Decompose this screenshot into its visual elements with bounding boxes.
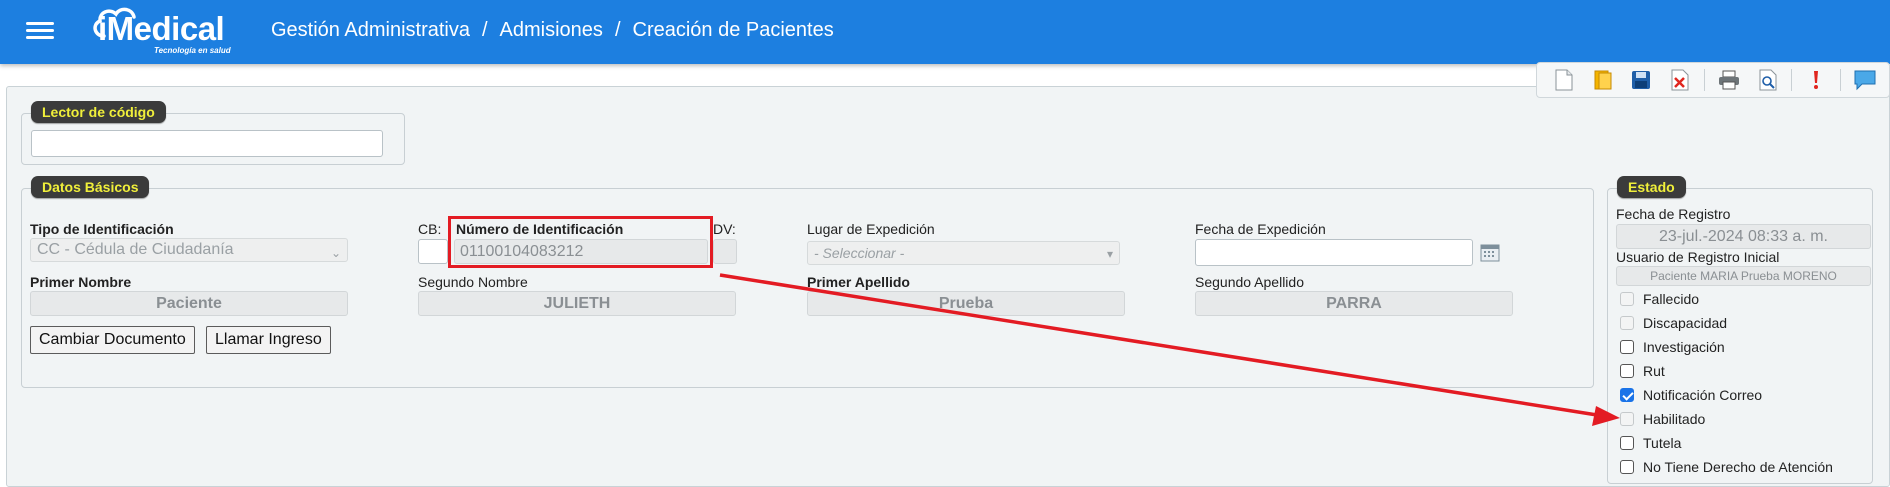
- usuario-registro-field: Paciente MARIA Prueba MORENO: [1616, 266, 1871, 286]
- lugar-expedicion-value: - Seleccionar -: [814, 245, 905, 261]
- checkbox[interactable]: [1620, 388, 1634, 402]
- top-navigation-bar: iMedical Tecnología en salud Gestión Adm…: [0, 0, 1890, 64]
- cb-label: CB:: [418, 221, 442, 237]
- checkbox[interactable]: [1620, 364, 1634, 378]
- llamar-ingreso-button[interactable]: Llamar Ingreso: [206, 326, 331, 354]
- checkbox: [1620, 412, 1634, 426]
- highlight-box: [448, 216, 713, 268]
- checkbox-label: No Tiene Derecho de Atención: [1643, 459, 1833, 475]
- segundo-nombre-field: JULIETH: [418, 291, 736, 316]
- datos-basicos-legend: Datos Básicos: [31, 176, 150, 198]
- open-folder-icon[interactable]: [1588, 65, 1618, 95]
- hamburger-menu-icon[interactable]: [26, 18, 54, 42]
- imedical-logo[interactable]: iMedical Tecnología en salud: [90, 4, 250, 58]
- usuario-registro-label: Usuario de Registro Inicial: [1616, 249, 1780, 265]
- delete-icon[interactable]: [1665, 65, 1695, 95]
- dropdown-arrow-icon: ▾: [1106, 247, 1113, 261]
- tipo-identificacion-value: CC - Cédula de Ciudadanía: [37, 241, 234, 258]
- print-icon[interactable]: [1714, 65, 1744, 95]
- breadcrumb-item-gestion[interactable]: Gestión Administrativa: [271, 19, 470, 41]
- lugar-expedicion-select[interactable]: - Seleccionar - ▾: [807, 241, 1120, 265]
- estado-checkbox-row: Discapacidad: [1620, 313, 1727, 333]
- segundo-nombre-label: Segundo Nombre: [418, 274, 528, 290]
- tipo-identificacion-label: Tipo de Identificación: [30, 221, 174, 237]
- fecha-registro-label: Fecha de Registro: [1616, 206, 1731, 222]
- fecha-expedicion-input[interactable]: [1195, 239, 1473, 266]
- primer-nombre-field: Paciente: [30, 291, 348, 316]
- checkbox-label: Investigación: [1643, 339, 1725, 355]
- toolbar-separator: [1791, 69, 1793, 91]
- cambiar-documento-button[interactable]: Cambiar Documento: [30, 326, 195, 354]
- breadcrumb-separator: /: [614, 19, 621, 41]
- checkbox-label: Habilitado: [1643, 411, 1706, 427]
- fecha-expedicion-label: Fecha de Expedición: [1195, 221, 1326, 237]
- primer-apellido-field: Prueba: [807, 291, 1125, 316]
- checkbox: [1620, 292, 1634, 306]
- estado-checkbox-row[interactable]: Rut: [1620, 361, 1665, 381]
- breadcrumb-item-admisiones[interactable]: Admisiones: [500, 19, 603, 41]
- checkbox-label: Fallecido: [1643, 291, 1700, 307]
- dv-field: [713, 239, 737, 264]
- checkbox[interactable]: [1620, 340, 1634, 354]
- toolbar-separator: [1840, 69, 1842, 91]
- breadcrumb: Gestión Administrativa / Admisiones / Creaci…: [271, 19, 834, 42]
- primer-nombre-label: Primer Nombre: [30, 274, 132, 290]
- checkbox-label: Notificación Correo: [1643, 387, 1763, 403]
- estado-checkbox-row: Habilitado: [1620, 409, 1705, 429]
- action-toolbar: [1536, 62, 1890, 98]
- lector-codigo-input[interactable]: [31, 130, 383, 157]
- checkbox-label: Discapacidad: [1643, 315, 1728, 331]
- lector-codigo-legend: Lector de código: [31, 101, 166, 123]
- fecha-registro-field: 23-jul.-2024 08:33 a. m.: [1616, 224, 1871, 249]
- checkbox[interactable]: [1620, 436, 1634, 450]
- chat-icon[interactable]: [1850, 65, 1880, 95]
- chevron-down-icon: ⌄: [330, 246, 341, 260]
- checkbox: [1620, 316, 1634, 330]
- estado-checkbox-row: Fallecido: [1620, 289, 1699, 309]
- breadcrumb-item-creacion: Creación de Pacientes: [632, 19, 834, 41]
- alert-icon[interactable]: [1801, 65, 1831, 95]
- calendar-icon[interactable]: [1480, 244, 1500, 262]
- save-icon[interactable]: [1627, 65, 1657, 95]
- lugar-expedicion-label: Lugar de Expedición: [807, 221, 935, 237]
- checkbox[interactable]: [1620, 460, 1634, 474]
- logo-tagline: Tecnología en salud: [154, 46, 231, 55]
- estado-checkbox-row[interactable]: Notificación Correo: [1620, 385, 1762, 405]
- estado-checkbox-row[interactable]: No Tiene Derecho de Atención: [1620, 457, 1833, 477]
- segundo-apellido-field: PARRA: [1195, 291, 1513, 316]
- toolbar-separator: [1704, 69, 1705, 91]
- checkbox-label: Rut: [1643, 363, 1665, 379]
- estado-checkbox-row[interactable]: Tutela: [1620, 433, 1681, 453]
- new-document-icon[interactable]: [1549, 65, 1579, 95]
- preview-icon[interactable]: [1753, 65, 1783, 95]
- dv-label: DV:: [713, 221, 736, 237]
- tipo-identificacion-select: CC - Cédula de Ciudadanía ⌄: [30, 238, 348, 262]
- cb-input[interactable]: [418, 239, 448, 264]
- estado-legend: Estado: [1617, 176, 1686, 198]
- estado-checkbox-row[interactable]: Investigación: [1620, 337, 1725, 357]
- breadcrumb-separator: /: [481, 19, 488, 41]
- segundo-apellido-label: Segundo Apellido: [1195, 274, 1304, 290]
- primer-apellido-label: Primer Apellido: [807, 274, 910, 290]
- checkbox-label: Tutela: [1643, 435, 1682, 451]
- logo-wordmark: iMedical: [98, 10, 225, 47]
